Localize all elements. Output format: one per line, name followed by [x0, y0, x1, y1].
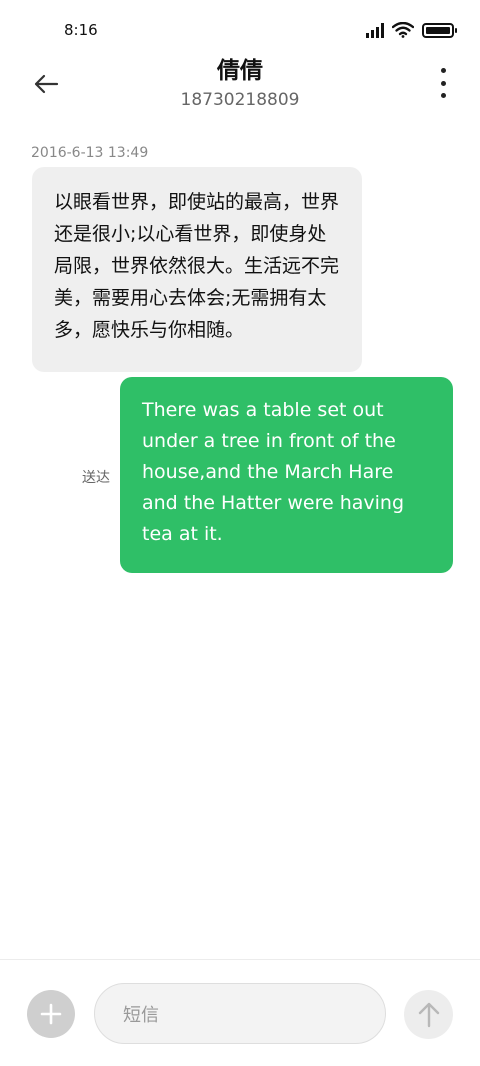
status-icons [366, 22, 457, 38]
incoming-message-bubble[interactable]: 以眼看世界，即使站的最高，世界还是很小;以心看世界，即使身处局限，世界依然很大。… [32, 167, 362, 372]
outgoing-message-bubble[interactable]: There was a table set out under a tree i… [120, 377, 453, 573]
conversation-header: 倩倩 18730218809 [0, 52, 480, 116]
message-timestamp: 2016-6-13 13:49 [31, 145, 149, 161]
more-vertical-icon [440, 68, 446, 73]
wifi-icon [392, 22, 414, 38]
sms-input[interactable]: 短信 [94, 983, 386, 1044]
send-button[interactable] [404, 990, 453, 1039]
more-options-button[interactable] [436, 68, 450, 98]
status-time: 8:16 [64, 21, 98, 39]
composer-divider [0, 959, 480, 960]
contact-title: 倩倩 18730218809 [0, 56, 480, 112]
signal-icon [366, 22, 384, 38]
battery-icon [422, 22, 457, 38]
contact-number: 18730218809 [180, 90, 300, 110]
add-attachment-button[interactable] [27, 990, 75, 1038]
plus-icon [40, 1003, 62, 1025]
arrow-up-icon [418, 1002, 439, 1027]
contact-name: 倩倩 [217, 58, 263, 84]
delivery-status: 送达 [82, 470, 110, 486]
